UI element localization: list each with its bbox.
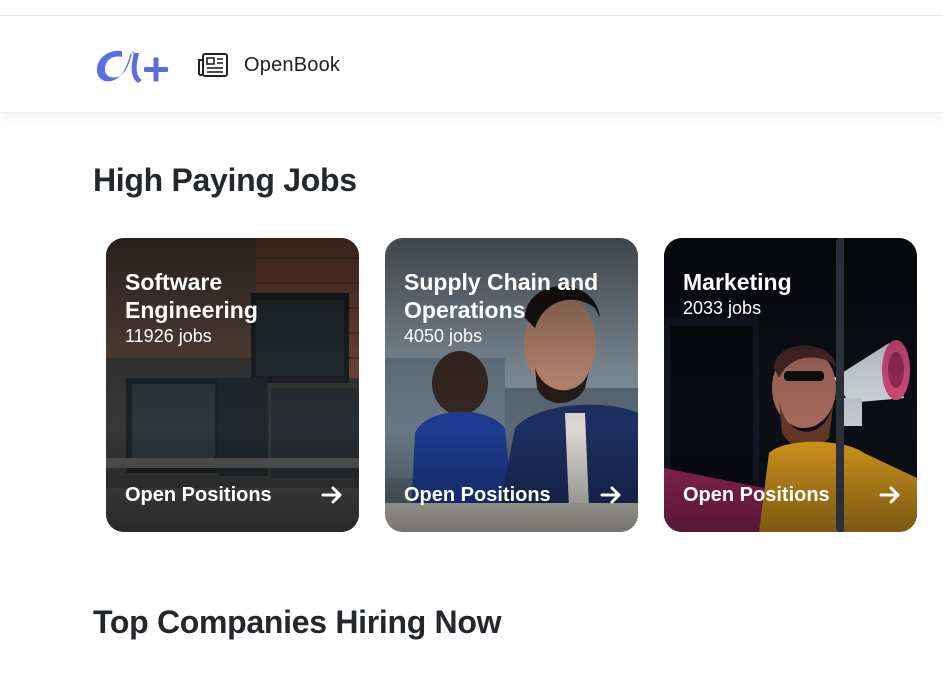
open-positions-link[interactable]: Open Positions (683, 484, 830, 507)
job-card-count: 4050 jobs (404, 326, 483, 346)
next-card-peek[interactable] (836, 238, 844, 532)
section-title-high-paying-jobs: High Paying Jobs (93, 162, 357, 198)
nav-openbook[interactable]: OpenBook (196, 51, 340, 79)
job-card-title: Supply Chain and Operations 4050 jobs (404, 268, 624, 348)
job-card-title-text: Software Engineering (125, 269, 258, 323)
arrow-right-icon[interactable] (600, 485, 622, 505)
nav-openbook-label: OpenBook (244, 53, 341, 76)
job-card-title-text: Supply Chain and Operations (404, 269, 599, 323)
open-positions-link[interactable]: Open Positions (404, 484, 551, 507)
job-cards-carousel: Software Engineering 11926 jobs Open Pos… (106, 238, 943, 532)
arrow-right-icon[interactable] (879, 485, 901, 505)
site-header: OpenBook (0, 17, 943, 113)
arrow-right-icon[interactable] (321, 485, 343, 505)
job-card-count: 2033 jobs (683, 298, 762, 318)
alpha-plus-logo[interactable] (92, 41, 172, 89)
job-card-supply-chain[interactable]: Supply Chain and Operations 4050 jobs Op… (385, 238, 638, 532)
job-card-title: Marketing 2033 jobs (683, 268, 903, 320)
browser-top-strip (0, 0, 943, 16)
job-card-software-engineering[interactable]: Software Engineering 11926 jobs Open Pos… (106, 238, 359, 532)
job-card-marketing[interactable]: Marketing 2033 jobs Open Positions (664, 238, 917, 532)
open-positions-link[interactable]: Open Positions (125, 484, 272, 507)
job-card-title-text: Marketing (683, 269, 792, 295)
newspaper-icon (196, 51, 230, 79)
job-card-title: Software Engineering 11926 jobs (125, 268, 345, 348)
section-title-top-companies: Top Companies Hiring Now (93, 604, 502, 640)
job-card-count: 11926 jobs (125, 326, 212, 346)
